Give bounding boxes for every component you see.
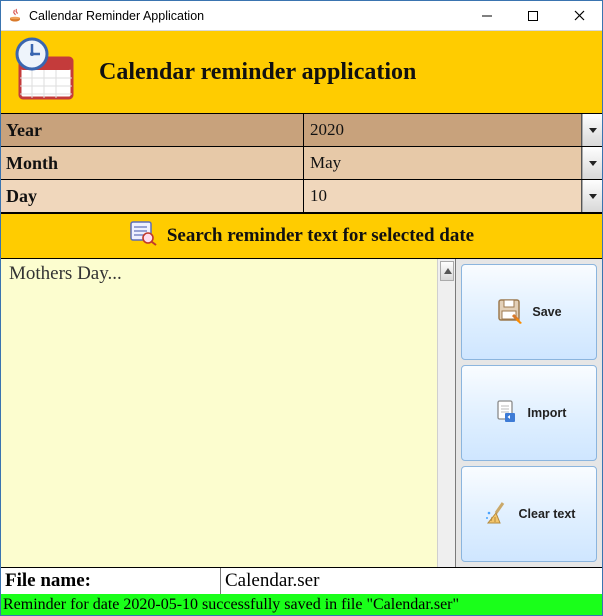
month-combo[interactable]: May — [304, 147, 602, 179]
day-row: Day 10 — [1, 180, 602, 213]
chevron-down-icon[interactable] — [582, 180, 602, 212]
clear-text-label: Clear text — [519, 507, 576, 521]
search-label: Search reminder text for selected date — [167, 225, 474, 247]
file-name-field[interactable] — [221, 568, 602, 594]
maximize-button[interactable] — [510, 1, 556, 30]
import-label: Import — [528, 406, 567, 420]
floppy-save-icon — [496, 297, 524, 328]
month-label: Month — [1, 147, 304, 179]
search-list-icon — [129, 220, 157, 252]
app-header: Calendar reminder application — [1, 31, 602, 113]
year-row: Year 2020 — [1, 114, 602, 147]
month-row: Month May — [1, 147, 602, 180]
action-buttons-panel: Save Import — [456, 259, 602, 567]
import-document-icon — [492, 398, 520, 429]
chevron-down-icon[interactable] — [582, 147, 602, 179]
java-cup-icon — [7, 8, 23, 24]
file-name-row: File name: — [1, 567, 602, 594]
year-value: 2020 — [304, 114, 582, 146]
window-titlebar: Callendar Reminder Application — [1, 1, 602, 31]
close-button[interactable] — [556, 1, 602, 30]
save-label: Save — [532, 305, 561, 319]
reminder-textarea[interactable] — [1, 259, 437, 567]
clear-text-button[interactable]: Clear text — [461, 466, 597, 562]
app-logo-box — [1, 31, 91, 113]
save-button[interactable]: Save — [461, 264, 597, 360]
date-selector: Year 2020 Month May Day 10 — [1, 113, 602, 213]
import-button[interactable]: Import — [461, 365, 597, 461]
broom-clear-icon — [483, 499, 511, 530]
app-title: Calendar reminder application — [91, 59, 416, 86]
reminder-text-pane — [1, 259, 456, 567]
day-value: 10 — [304, 180, 582, 212]
minimize-button[interactable] — [464, 1, 510, 30]
window-title: Callendar Reminder Application — [29, 9, 464, 23]
month-value: May — [304, 147, 582, 179]
calendar-clock-icon — [10, 34, 82, 111]
scrollbar-up-button[interactable] — [440, 261, 454, 281]
day-label: Day — [1, 180, 304, 212]
chevron-down-icon[interactable] — [582, 114, 602, 146]
status-bar: Reminder for date 2020-05-10 successfull… — [1, 594, 602, 615]
year-label: Year — [1, 114, 304, 146]
status-text: Reminder for date 2020-05-10 successfull… — [3, 596, 459, 614]
day-combo[interactable]: 10 — [304, 180, 602, 212]
search-button[interactable]: Search reminder text for selected date — [1, 213, 602, 259]
year-combo[interactable]: 2020 — [304, 114, 602, 146]
file-name-label: File name: — [1, 568, 221, 594]
vertical-scrollbar[interactable] — [437, 259, 455, 567]
